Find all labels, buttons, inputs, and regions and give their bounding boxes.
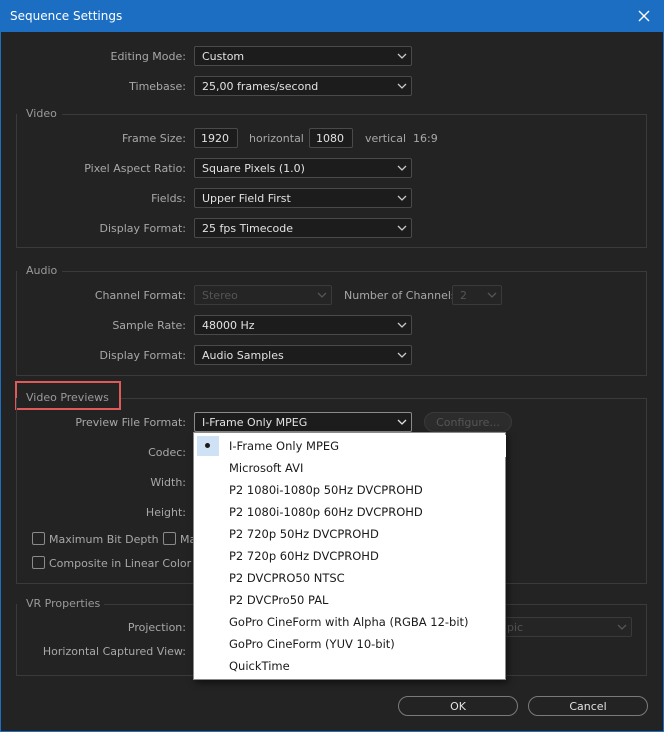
- video-display-format-value: 25 fps Timecode: [202, 222, 294, 235]
- video-display-format-dropdown[interactable]: 25 fps Timecode: [194, 218, 412, 238]
- captured-view-label: Horizontal Captured View:: [42, 645, 186, 658]
- num-channels-label: Number of Channels:: [344, 289, 461, 302]
- channel-format-dropdown: Stereo: [194, 285, 332, 305]
- bullet-icon: [205, 443, 210, 448]
- menu-item[interactable]: Microsoft AVI: [195, 457, 506, 479]
- menu-item-label: P2 1080i-1080p 60Hz DVCPROHD: [229, 505, 423, 519]
- chevron-down-icon: [397, 322, 407, 328]
- fields-dropdown[interactable]: Upper Field First: [194, 188, 412, 208]
- chevron-down-icon: [397, 53, 407, 59]
- pixel-aspect-label: Pixel Aspect Ratio:: [84, 162, 186, 175]
- preview-format-menu: I-Frame Only MPEG Microsoft AVI P2 1080i-1…: [193, 432, 506, 680]
- menu-item-label: QuickTime: [229, 659, 290, 673]
- audio-display-format-dropdown[interactable]: Audio Samples: [194, 345, 412, 365]
- menu-item-label: GoPro CineForm with Alpha (RGBA 12-bit): [229, 615, 469, 629]
- horizontal-label: horizontal: [249, 132, 304, 145]
- chevron-down-icon: [397, 83, 407, 89]
- timebase-value: 25,00 frames/second: [202, 80, 319, 93]
- menu-item[interactable]: QuickTime: [195, 655, 506, 677]
- close-icon: [638, 10, 650, 22]
- menu-item[interactable]: P2 720p 60Hz DVCPROHD: [195, 545, 506, 567]
- pixel-aspect-dropdown[interactable]: Square Pixels (1.0): [194, 158, 412, 178]
- projection-dropdown: pic: [490, 617, 632, 637]
- chevron-down-icon: [397, 195, 407, 201]
- num-channels-dropdown: 2: [452, 285, 502, 305]
- menu-item[interactable]: P2 DVCPRO50 NTSC: [195, 567, 506, 589]
- projection-label: Projection:: [127, 621, 186, 634]
- sample-rate-value: 48000 Hz: [202, 319, 255, 332]
- menu-item-label: P2 720p 60Hz DVCPROHD: [229, 549, 379, 563]
- preview-format-value: I-Frame Only MPEG: [202, 416, 308, 429]
- menu-item-label: P2 DVCPRO50 NTSC: [229, 571, 345, 585]
- chevron-down-icon: [397, 165, 407, 171]
- codec-label: Codec:: [148, 446, 186, 459]
- timebase-dropdown[interactable]: 25,00 frames/second: [194, 76, 412, 96]
- aspect-ratio-text: 16:9: [413, 132, 438, 145]
- close-button[interactable]: [624, 0, 664, 32]
- menu-item[interactable]: P2 720p 50Hz DVCPROHD: [195, 523, 506, 545]
- audio-display-format-label: Display Format:: [99, 349, 186, 362]
- editing-mode-dropdown[interactable]: Custom: [194, 46, 412, 66]
- timebase-label: Timebase:: [129, 80, 186, 93]
- channel-format-label: Channel Format:: [94, 289, 186, 302]
- menu-item-label: P2 720p 50Hz DVCPROHD: [229, 527, 379, 541]
- projection-value: pic: [507, 621, 524, 634]
- cancel-button[interactable]: Cancel: [528, 696, 648, 716]
- chevron-down-icon: [317, 292, 327, 298]
- fields-value: Upper Field First: [202, 192, 291, 205]
- num-channels-value: 2: [460, 289, 467, 302]
- max-bit-depth-label: Maximum Bit Depth: [49, 533, 159, 546]
- preview-format-label: Preview File Format:: [75, 416, 186, 429]
- vertical-label: vertical: [365, 132, 407, 145]
- max-bit-depth-checkbox[interactable]: [32, 532, 45, 545]
- pixel-aspect-value: Square Pixels (1.0): [202, 162, 305, 175]
- menu-item-label: I-Frame Only MPEG: [229, 439, 340, 453]
- menu-item[interactable]: GoPro CineForm (YUV 10-bit): [195, 633, 506, 655]
- width-label: Width:: [150, 476, 186, 489]
- ok-button[interactable]: OK: [398, 696, 518, 716]
- max-render-quality-checkbox[interactable]: [163, 532, 176, 545]
- menu-item[interactable]: P2 1080i-1080p 50Hz DVCPROHD: [195, 479, 506, 501]
- composite-linear-checkbox[interactable]: [32, 556, 45, 569]
- composite-linear-label: Composite in Linear Color (re: [49, 557, 210, 570]
- frame-height-field[interactable]: 1080: [309, 128, 353, 148]
- chevron-down-icon: [487, 292, 497, 298]
- editing-mode-value: Custom: [202, 50, 245, 63]
- editing-mode-label: Editing Mode:: [110, 50, 187, 63]
- video-display-format-label: Display Format:: [99, 222, 186, 235]
- chevron-down-icon: [397, 352, 407, 358]
- audio-display-format-value: Audio Samples: [202, 349, 284, 362]
- channel-format-value: Stereo: [202, 289, 238, 302]
- sample-rate-label: Sample Rate:: [112, 319, 186, 332]
- title-bar: Sequence Settings: [0, 0, 664, 32]
- chevron-down-icon: [397, 225, 407, 231]
- menu-item[interactable]: P2 DVCPro50 PAL: [195, 589, 506, 611]
- chevron-down-icon: [617, 624, 627, 630]
- menu-item-label: P2 1080i-1080p 50Hz DVCPROHD: [229, 483, 423, 497]
- sample-rate-dropdown[interactable]: 48000 Hz: [194, 315, 412, 335]
- configure-button: Configure...: [424, 412, 512, 432]
- window-title: Sequence Settings: [10, 9, 123, 23]
- height-label: Height:: [145, 506, 186, 519]
- menu-item[interactable]: I-Frame Only MPEG: [195, 435, 506, 457]
- fields-label: Fields:: [151, 192, 186, 205]
- chevron-down-icon: [397, 419, 407, 425]
- preview-format-dropdown[interactable]: I-Frame Only MPEG: [194, 412, 412, 432]
- menu-item-label: Microsoft AVI: [229, 461, 304, 475]
- menu-item[interactable]: GoPro CineForm with Alpha (RGBA 12-bit): [195, 611, 506, 633]
- menu-item-label: P2 DVCPro50 PAL: [229, 593, 329, 607]
- menu-item-label: GoPro CineForm (YUV 10-bit): [229, 637, 395, 651]
- frame-width-field[interactable]: 1920: [194, 128, 238, 148]
- menu-item[interactable]: P2 1080i-1080p 60Hz DVCPROHD: [195, 501, 506, 523]
- frame-size-label: Frame Size:: [121, 132, 186, 145]
